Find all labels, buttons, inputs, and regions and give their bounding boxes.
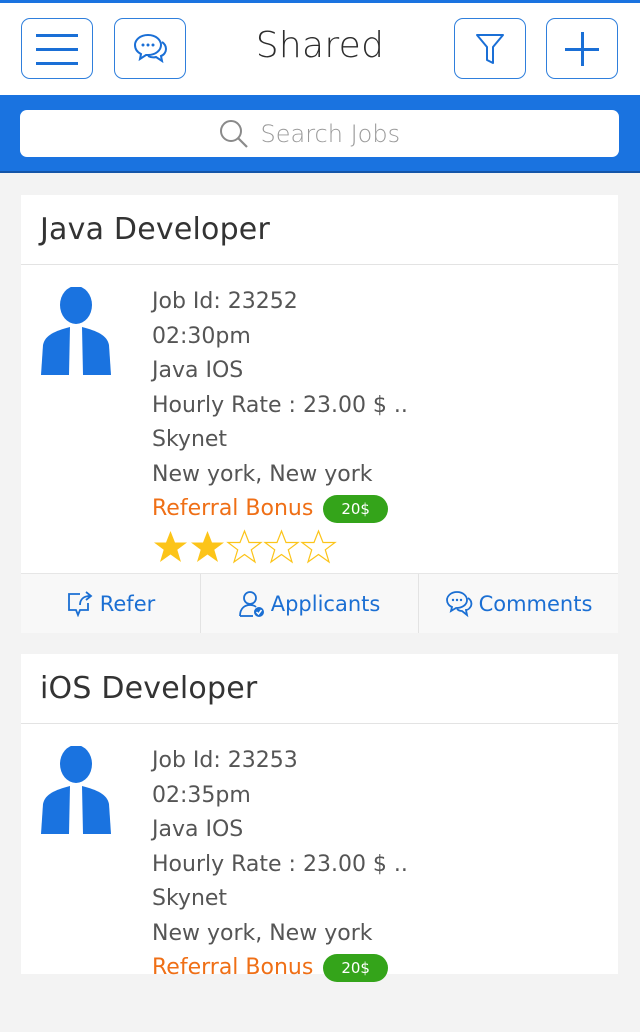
search-bar — [0, 95, 640, 173]
search-icon — [219, 119, 248, 148]
refer-label: Refer — [99, 591, 156, 616]
menu-icon — [36, 33, 78, 65]
job-rate: Hourly Rate : 23.00 $ .. — [152, 392, 408, 418]
star-rating[interactable] — [152, 528, 408, 565]
job-details: Job Id: 23253 02:35pm Java IOS Hourly Ra… — [21, 724, 618, 1032]
refer-button[interactable]: Refer — [21, 574, 200, 633]
page-title: Shared — [255, 25, 385, 66]
applicants-label: Applicants — [270, 591, 381, 616]
referral-bonus-row: Referral Bonus 20$ — [152, 951, 408, 986]
chat-button[interactable] — [114, 18, 186, 79]
person-icon — [41, 287, 111, 375]
star-empty-icon[interactable] — [263, 528, 300, 565]
comments-icon — [445, 590, 472, 617]
job-time: 02:35pm — [152, 782, 251, 808]
job-id: Job Id: 23253 — [152, 748, 298, 773]
job-location: New york, New york — [152, 461, 373, 487]
job-title: iOS Developer — [21, 654, 618, 724]
chat-icon — [133, 33, 167, 63]
star-empty-icon[interactable] — [300, 528, 337, 565]
comments-label: Comments — [478, 591, 593, 616]
job-card[interactable]: Java Developer Job Id: 23252 02:30pm Jav… — [21, 195, 618, 573]
plus-icon — [565, 31, 599, 66]
job-details: Job Id: 23252 02:30pm Java IOS Hourly Ra… — [21, 265, 618, 573]
job-company: Skynet — [152, 427, 228, 452]
referral-bonus-row: Referral Bonus 20$ — [152, 492, 408, 527]
referral-bonus-badge: 20$ — [323, 954, 388, 983]
referral-bonus-label: Referral Bonus — [152, 496, 314, 521]
filter-icon — [476, 33, 504, 64]
job-company: Skynet — [152, 886, 228, 911]
referral-bonus-label: Referral Bonus — [152, 955, 314, 980]
job-title: Java Developer — [21, 195, 618, 265]
job-skills: Java IOS — [152, 817, 244, 842]
job-rate: Hourly Rate : 23.00 $ .. — [152, 851, 408, 877]
menu-button[interactable] — [21, 18, 93, 79]
add-job-button[interactable] — [546, 18, 618, 79]
job-time: 02:30pm — [152, 323, 251, 349]
job-skills: Java IOS — [152, 358, 244, 383]
search-box[interactable] — [20, 110, 619, 157]
applicants-icon — [238, 590, 264, 617]
job-id: Job Id: 23252 — [152, 289, 298, 314]
search-input[interactable] — [260, 119, 421, 148]
star-filled-icon[interactable] — [152, 529, 189, 565]
comments-button[interactable]: Comments — [418, 574, 618, 633]
job-actions: Refer Applicants Comments — [21, 573, 618, 633]
job-card[interactable]: iOS Developer Job Id: 23253 02:35pm Java… — [21, 654, 618, 983]
refer-icon — [67, 590, 93, 617]
person-icon — [41, 746, 111, 834]
filter-button[interactable] — [454, 18, 526, 79]
star-empty-icon[interactable] — [226, 528, 263, 565]
job-location: New york, New york — [152, 920, 373, 946]
referral-bonus-badge: 20$ — [323, 495, 388, 524]
star-filled-icon[interactable] — [189, 529, 226, 565]
applicants-button[interactable]: Applicants — [200, 574, 418, 633]
job-info: Job Id: 23253 02:35pm Java IOS Hourly Ra… — [152, 744, 408, 986]
job-info: Job Id: 23252 02:30pm Java IOS Hourly Ra… — [152, 285, 408, 565]
app-header: Shared — [0, 3, 640, 95]
